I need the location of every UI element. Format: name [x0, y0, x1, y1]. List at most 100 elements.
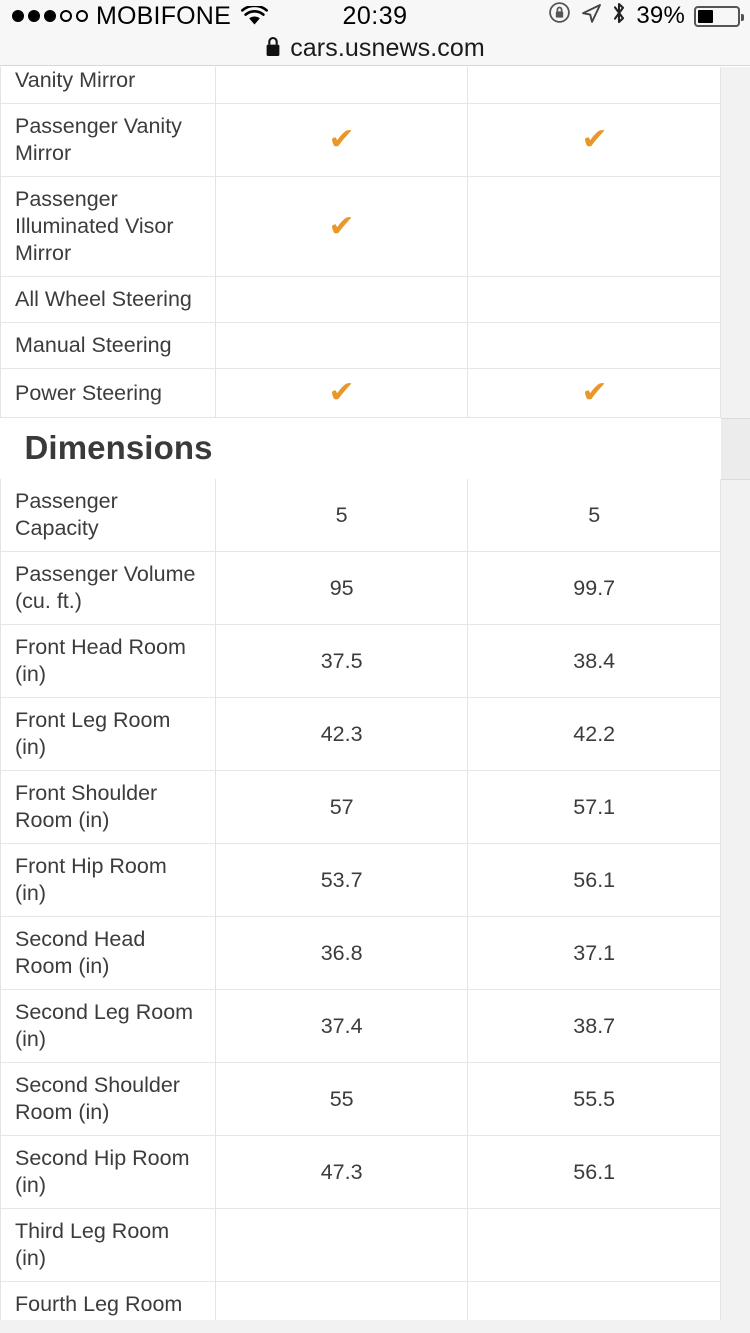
- table-row: Passenger Capacity 5 5: [0, 479, 721, 552]
- vehicle-2-value-cell: [467, 322, 721, 369]
- vehicle-2-value-cell: 37.1: [467, 916, 721, 990]
- vehicle-2-value-cell: 38.7: [467, 989, 721, 1063]
- vehicle-1-value-cell: 95: [215, 551, 469, 625]
- feature-label-cell: Power Steering: [0, 368, 216, 418]
- vehicle-2-value-cell: ✔: [467, 368, 721, 418]
- section-title: Dimensions: [24, 429, 213, 466]
- table-row: Second Leg Room (in) 37.4 38.7: [0, 989, 721, 1063]
- rotation-lock-icon: [548, 1, 571, 31]
- table-row: Front Hip Room (in) 53.7 56.1: [0, 843, 721, 917]
- table-row: Front Shoulder Room (in) 57 57.1: [0, 770, 721, 844]
- cell-value: 36.8: [320, 940, 363, 965]
- table-row: Passenger Illuminated Visor Mirror ✔: [0, 176, 721, 277]
- vehicle-2-value-cell: [467, 176, 721, 277]
- feature-label-cell: Vanity Mirror: [0, 67, 216, 104]
- cell-value: 55.5: [573, 1086, 616, 1111]
- cell-value: 38.4: [573, 648, 616, 673]
- feature-label-cell: Passenger Volume (cu. ft.): [0, 551, 216, 625]
- table-row: Second Hip Room (in) 47.3 56.1: [0, 1135, 721, 1209]
- bluetooth-icon: [611, 1, 627, 32]
- cell-value: 47.3: [320, 1159, 363, 1184]
- feature-label-cell: Passenger Vanity Mirror: [0, 103, 216, 177]
- table-row: Passenger Vanity Mirror ✔ ✔: [0, 103, 721, 177]
- feature-label-cell: Front Leg Room (in): [0, 697, 216, 771]
- section-header-cell: Dimensions: [1, 418, 721, 480]
- url-text: cars.usnews.com: [290, 34, 485, 62]
- cell-value: 5: [588, 502, 601, 527]
- table-row: Power Steering ✔ ✔: [0, 368, 721, 418]
- vehicle-1-value-cell: [215, 67, 469, 104]
- page-scroll-area[interactable]: Vanity Mirror Passenger Vanity Mirror ✔ ✔ Pa…: [0, 67, 750, 1333]
- vehicle-2-value-cell: 56.1: [467, 1135, 721, 1209]
- feature-label-cell: Third Leg Room (in): [0, 1208, 216, 1282]
- cell-value: 56.1: [573, 1159, 616, 1184]
- feature-label-cell: Second Leg Room (in): [0, 989, 216, 1063]
- table-row: Manual Steering: [0, 322, 721, 369]
- feature-label-cell: All Wheel Steering: [0, 276, 216, 323]
- comparison-content-frame: Vanity Mirror Passenger Vanity Mirror ✔ ✔ Pa…: [0, 67, 721, 1333]
- vehicle-1-value-cell: 37.5: [215, 624, 469, 698]
- vehicle-1-value-cell: ✔: [215, 368, 469, 418]
- vehicle-1-value-cell: 5: [215, 479, 469, 552]
- vehicle-2-value-cell: [467, 67, 721, 104]
- vehicle-1-value-cell: [215, 1208, 469, 1282]
- cell-value: 95: [329, 575, 354, 600]
- cell-value: 37.5: [320, 648, 363, 673]
- vehicle-2-value-cell: ✔: [467, 103, 721, 177]
- vehicle-2-value-cell: [467, 276, 721, 323]
- vehicle-1-value-cell: 36.8: [215, 916, 469, 990]
- browser-url-bar[interactable]: cars.usnews.com: [0, 32, 750, 66]
- cell-value: 37.4: [320, 1013, 363, 1038]
- table-row: Second Shoulder Room (in) 55 55.5: [0, 1062, 721, 1136]
- cell-value: 37.1: [573, 940, 616, 965]
- feature-label-cell: Passenger Illuminated Visor Mirror: [0, 176, 216, 277]
- status-bar-right: 39%: [548, 0, 744, 32]
- vehicle-2-value-cell: 56.1: [467, 843, 721, 917]
- table-row: All Wheel Steering: [0, 276, 721, 323]
- feature-label-cell: Second Shoulder Room (in): [0, 1062, 216, 1136]
- cell-value: 57: [329, 794, 354, 819]
- cell-value: 56.1: [573, 867, 616, 892]
- checkmark-icon: ✔: [328, 376, 355, 409]
- page-bottom-gap: [0, 1320, 750, 1333]
- vehicle-2-value-cell: 57.1: [467, 770, 721, 844]
- vehicle-1-value-cell: [215, 322, 469, 369]
- battery-percentage-label: 39%: [636, 2, 685, 29]
- vehicle-1-value-cell: [215, 276, 469, 323]
- checkmark-icon: ✔: [328, 123, 355, 156]
- table-row: Front Leg Room (in) 42.3 42.2: [0, 697, 721, 771]
- cell-value: 57.1: [573, 794, 616, 819]
- ios-status-bar: MOBIFONE 20:39 39%: [0, 0, 750, 32]
- location-arrow-icon: [580, 2, 602, 31]
- vehicle-1-value-cell: 37.4: [215, 989, 469, 1063]
- feature-label-cell: Second Hip Room (in): [0, 1135, 216, 1209]
- table-row: Second Head Room (in) 36.8 37.1: [0, 916, 721, 990]
- vehicle-1-value-cell: ✔: [215, 176, 469, 277]
- checkmark-icon: ✔: [328, 209, 355, 243]
- cell-value: 42.3: [320, 721, 363, 746]
- cell-value: 38.7: [573, 1013, 616, 1038]
- checkmark-icon: ✔: [581, 376, 608, 409]
- table-row: Third Leg Room (in): [0, 1208, 721, 1282]
- cell-value: 5: [335, 502, 348, 527]
- table-row: Front Head Room (in) 37.5 38.4: [0, 624, 721, 698]
- vehicle-2-value-cell: 99.7: [467, 551, 721, 625]
- vehicle-1-value-cell: 42.3: [215, 697, 469, 771]
- table-row: Vanity Mirror: [0, 67, 721, 104]
- vehicle-2-value-cell: [467, 1208, 721, 1282]
- vehicle-2-value-cell: 42.2: [467, 697, 721, 771]
- cell-value: 99.7: [573, 575, 616, 600]
- cell-value: 53.7: [320, 867, 363, 892]
- cell-value: 42.2: [573, 721, 616, 746]
- lock-icon: [265, 36, 281, 62]
- vehicle-2-value-cell: 5: [467, 479, 721, 552]
- battery-icon: [694, 5, 744, 27]
- vehicle-2-value-cell: 38.4: [467, 624, 721, 698]
- checkmark-icon: ✔: [581, 123, 608, 156]
- cell-value: 55: [329, 1086, 354, 1111]
- car-comparison-table: Vanity Mirror Passenger Vanity Mirror ✔ ✔ Pa…: [0, 67, 721, 1333]
- vehicle-1-value-cell: 47.3: [215, 1135, 469, 1209]
- feature-label-cell: Second Head Room (in): [0, 916, 216, 990]
- vehicle-2-value-cell: 55.5: [467, 1062, 721, 1136]
- table-row: Passenger Volume (cu. ft.) 95 99.7: [0, 551, 721, 625]
